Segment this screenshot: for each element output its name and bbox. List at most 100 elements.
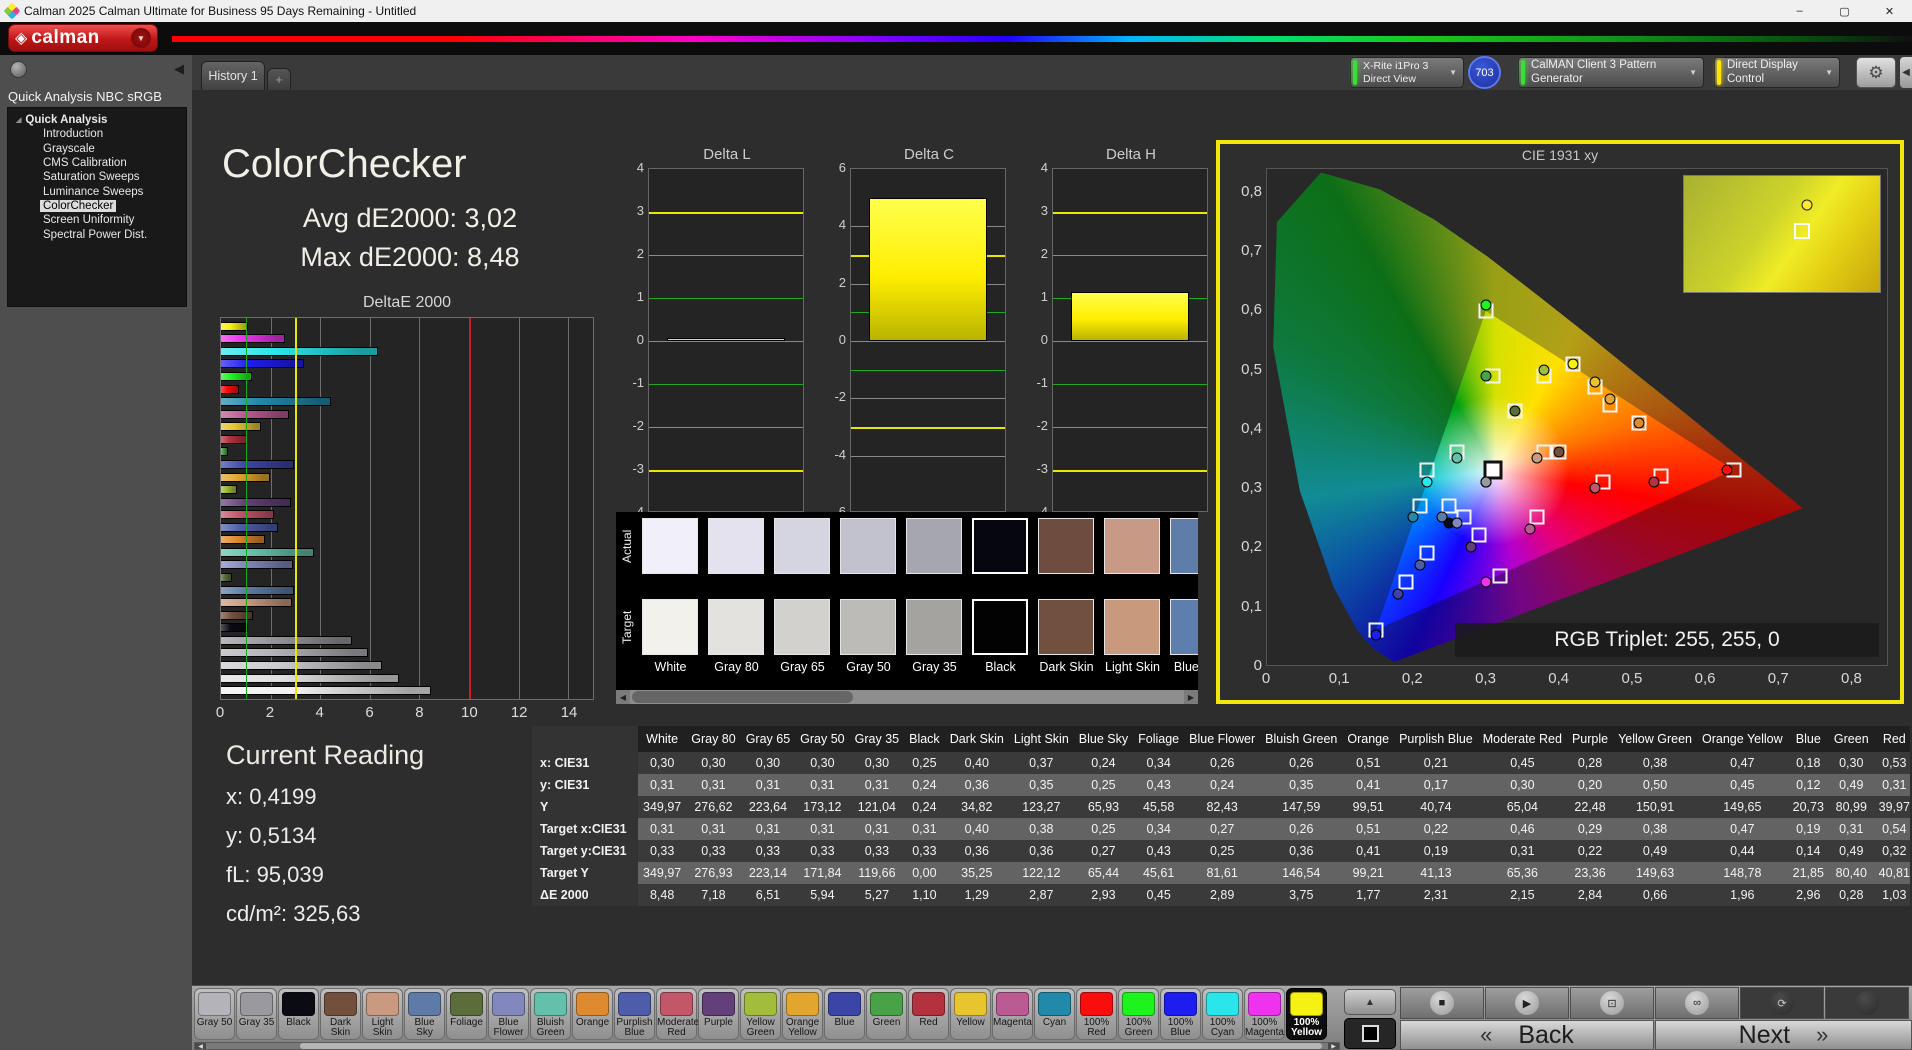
deltae-bar-dark-skin <box>221 611 253 620</box>
pattern-button-moderate-red[interactable]: Moderate Red <box>656 988 697 1040</box>
expand-pattern-bar-button[interactable]: ▲ <box>1344 989 1396 1015</box>
scroll-right-icon[interactable]: ▶ <box>1328 1043 1339 1049</box>
pattern-button-100-magenta[interactable]: 100% Magenta <box>1244 988 1285 1040</box>
pattern-button-orange[interactable]: Orange <box>572 988 613 1040</box>
pattern-button-blue-flower[interactable]: Blue Flower <box>488 988 529 1040</box>
swatch-scrollbar[interactable]: ◀ ▶ <box>616 690 1198 704</box>
pattern-button-100-red[interactable]: 100% Red <box>1076 988 1117 1040</box>
deltae-bar-100-blue <box>221 359 304 368</box>
table-cell: 45,61 <box>1133 862 1184 884</box>
stop-button[interactable]: ■ <box>1400 987 1484 1019</box>
pattern-button-bluish-green[interactable]: Bluish Green <box>530 988 571 1040</box>
sidebar-item-spectral-power-dist[interactable]: Spectral Power Dist. <box>16 228 186 242</box>
pattern-button-green[interactable]: Green <box>866 988 907 1040</box>
pattern-window-button[interactable] <box>1344 1018 1396 1049</box>
pattern-generator-dropdown[interactable]: CalMAN Client 3 Pattern Generator ▼ <box>1518 57 1704 88</box>
logo-dropdown-icon[interactable]: ▼ <box>131 28 151 48</box>
row-header: x: CIE31 <box>532 752 638 774</box>
pattern-color-chip <box>702 992 735 1016</box>
single-measure-button[interactable]: ⊡ <box>1570 987 1654 1019</box>
tree-root-quick-analysis[interactable]: ◢ Quick Analysis <box>16 113 186 127</box>
tree-expander-icon[interactable]: ◢ <box>16 116 21 124</box>
pattern-button-dark-skin[interactable]: Dark Skin <box>320 988 361 1040</box>
column-header-moderate-red: Moderate Red <box>1478 726 1567 752</box>
pattern-button-yellow-green[interactable]: Yellow Green <box>740 988 781 1040</box>
table-cell: 80,40 <box>1829 862 1874 884</box>
scroll-left-icon[interactable]: ◀ <box>616 690 630 704</box>
pattern-button-blue-sky[interactable]: Blue Sky <box>404 988 445 1040</box>
continuous-measure-button[interactable]: ∞ <box>1655 987 1739 1019</box>
column-header-gray-35: Gray 35 <box>850 726 904 752</box>
play-button[interactable]: ▶ <box>1485 987 1569 1019</box>
pattern-button-light-skin[interactable]: Light Skin <box>362 988 403 1040</box>
pattern-button-purplish-blue[interactable]: Purplish Blue <box>614 988 655 1040</box>
settings-gear-button[interactable]: ⚙ <box>1856 57 1896 88</box>
tick-label: -1 <box>1036 375 1048 390</box>
table-cell: 0,26 <box>1260 752 1342 774</box>
sidebar-item-label: Screen Uniformity <box>40 214 137 226</box>
table-cell: 41,13 <box>1394 862 1478 884</box>
pattern-button-red[interactable]: Red <box>908 988 949 1040</box>
scrollbar-thumb[interactable] <box>632 691 853 703</box>
scroll-right-icon[interactable]: ▶ <box>1184 690 1198 704</box>
scroll-left-icon[interactable]: ◀ <box>195 1043 206 1049</box>
table-cell: 0,24 <box>1184 774 1260 796</box>
pattern-button-cyan[interactable]: Cyan <box>1034 988 1075 1040</box>
pattern-button-yellow[interactable]: Yellow <box>950 988 991 1040</box>
sidebar-item-cms-calibration[interactable]: CMS Calibration <box>16 156 186 170</box>
gridline <box>851 398 1005 399</box>
table-cell: 0,33 <box>904 840 945 862</box>
tick-label: 0,8 <box>1841 670 1862 687</box>
next-button[interactable]: Next » <box>1655 1020 1912 1050</box>
pattern-color-chip <box>996 992 1029 1016</box>
cie-1931-panel: CIE 1931 xy RGB Triplet: 255, 255, 0 0,8… <box>1216 140 1904 704</box>
close-button[interactable]: ✕ <box>1867 0 1912 22</box>
sidebar-item-grayscale[interactable]: Grayscale <box>16 141 186 155</box>
table-row-e-2000: ΔE 20008,487,186,515,945,271,101,292,872… <box>532 884 1910 906</box>
pattern-button-purple[interactable]: Purple <box>698 988 739 1040</box>
extra-control-button[interactable] <box>1825 987 1909 1019</box>
table-cell: 0,24 <box>904 774 945 796</box>
sidebar-item-colorchecker[interactable]: ColorChecker <box>16 199 186 213</box>
pattern-button-foliage[interactable]: Foliage <box>446 988 487 1040</box>
green-target-line <box>649 298 803 299</box>
sidebar-item-introduction[interactable]: Introduction <box>16 127 186 141</box>
sidebar-collapse-icon[interactable]: ◀ <box>174 61 184 77</box>
sidebar-item-luminance-sweeps[interactable]: Luminance Sweeps <box>16 185 186 199</box>
meter-dropdown[interactable]: X-Rite i1Pro 3 Direct View ▼ <box>1350 57 1464 88</box>
add-tab-button[interactable]: + <box>267 68 291 90</box>
tick-label: -2 <box>834 389 846 404</box>
pattern-button-black[interactable]: Black <box>278 988 319 1040</box>
maximize-button[interactable]: ▢ <box>1822 0 1867 22</box>
table-cell: 0,30 <box>1478 774 1567 796</box>
gridline <box>851 341 1005 342</box>
pattern-button-gray-50[interactable]: Gray 50 <box>194 988 235 1040</box>
display-control-dropdown[interactable]: Direct Display Control ▼ <box>1714 57 1840 88</box>
measured-point-cyan <box>1407 512 1418 523</box>
refresh-button[interactable]: ⟳ <box>1740 987 1824 1019</box>
pattern-button-magenta[interactable]: Magenta <box>992 988 1033 1040</box>
table-cell: 0,33 <box>686 840 740 862</box>
sidebar-item-saturation-sweeps[interactable]: Saturation Sweeps <box>16 170 186 184</box>
swatch-label: Black <box>972 660 1029 674</box>
pattern-button-orange-yellow[interactable]: Orange Yellow <box>782 988 823 1040</box>
row-header: Target Y <box>532 862 638 884</box>
sidebar-item-screen-uniformity[interactable]: Screen Uniformity <box>16 213 186 227</box>
back-button[interactable]: « Back <box>1400 1020 1654 1050</box>
scrollbar-thumb[interactable] <box>300 1043 1322 1049</box>
pattern-button-gray-35[interactable]: Gray 35 <box>236 988 277 1040</box>
calman-logo-menu[interactable]: ◈ calman ▼ <box>8 24 158 52</box>
pattern-color-chip <box>366 992 399 1016</box>
target-point-blue <box>1398 575 1413 590</box>
pattern-button-100-yellow[interactable]: 100% Yellow <box>1286 988 1327 1040</box>
pattern-color-chip <box>1248 992 1281 1016</box>
panel-collapse-button[interactable]: ◀ <box>1900 57 1912 88</box>
pattern-button-100-green[interactable]: 100% Green <box>1118 988 1159 1040</box>
pattern-bar-scrollbar[interactable]: ◀ ▶ <box>194 1042 1340 1050</box>
pattern-button-100-blue[interactable]: 100% Blue <box>1160 988 1201 1040</box>
meter-count-badge[interactable]: 703 <box>1468 56 1501 89</box>
pattern-button-blue[interactable]: Blue <box>824 988 865 1040</box>
minimize-button[interactable]: – <box>1777 0 1822 22</box>
tab-history-1[interactable]: History 1 <box>201 61 265 90</box>
pattern-button-100-cyan[interactable]: 100% Cyan <box>1202 988 1243 1040</box>
